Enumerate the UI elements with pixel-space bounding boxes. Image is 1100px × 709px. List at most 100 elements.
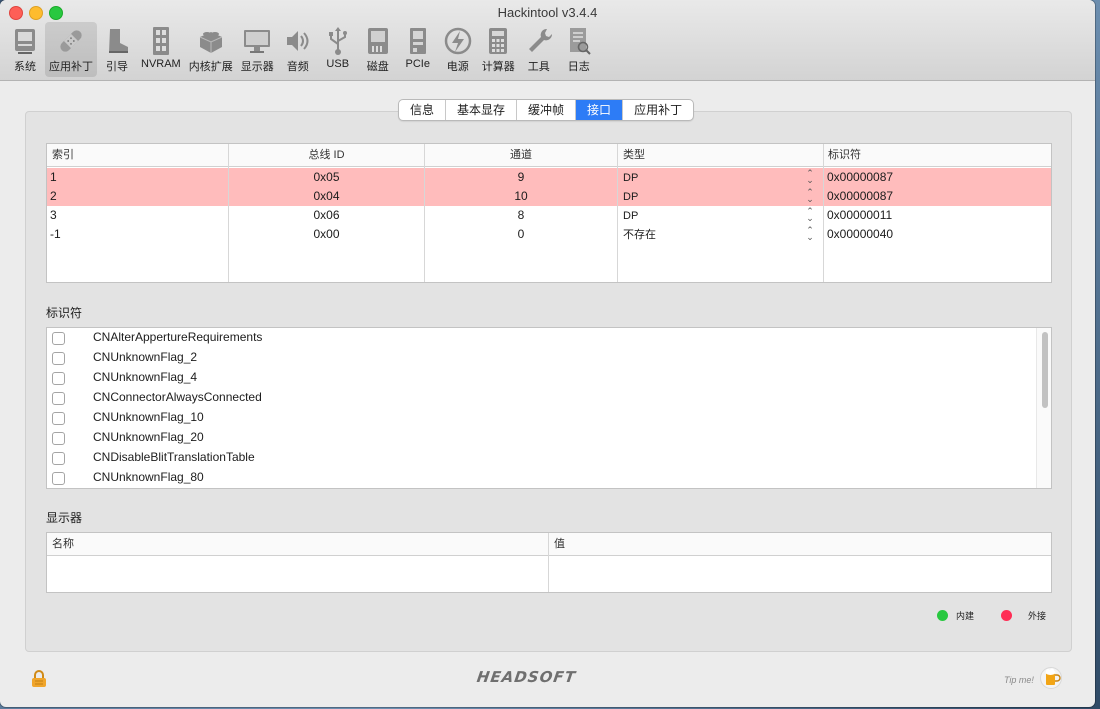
- column-header-name[interactable]: 名称: [52, 533, 74, 555]
- flag-label: CNConnectorAlwaysConnected: [93, 390, 262, 404]
- cell-bus-id: 0x05: [313, 170, 340, 184]
- table-row[interactable]: 2 0x04 10 DP ⌃ ⌄ 0x00000087: [47, 187, 1051, 206]
- memory-chip-icon: [145, 25, 177, 57]
- flag-checkbox[interactable]: [52, 432, 65, 445]
- toolbar-item-kexts[interactable]: 内核扩展: [185, 22, 237, 77]
- toolbar-item-tools[interactable]: 工具: [519, 22, 559, 77]
- legend-internal: 内建: [937, 609, 974, 622]
- cell-flags: 0x00000011: [827, 208, 893, 222]
- toolbar-item-audio[interactable]: 音频: [278, 22, 318, 77]
- toolbar-label: 磁盘: [366, 61, 389, 73]
- type-select[interactable]: DP: [623, 187, 638, 207]
- flag-checkbox[interactable]: [52, 392, 65, 405]
- scrollbar-thumb[interactable]: [1042, 332, 1048, 408]
- table-row[interactable]: 1 0x05 9 DP ⌃ ⌄ 0x00000087: [47, 168, 1051, 187]
- chevron-updown-icon[interactable]: ⌃ ⌄: [806, 226, 814, 242]
- flag-checkbox[interactable]: [52, 452, 65, 465]
- tab-connectors[interactable]: 接口: [576, 100, 624, 120]
- toolbar-item-boot[interactable]: 引导: [97, 22, 137, 77]
- toolbar-label: 引导: [106, 61, 128, 73]
- toolbar-item-nvram[interactable]: NVRAM: [137, 22, 185, 77]
- cell-flags: 0x00000040: [827, 227, 894, 241]
- sd-card-icon: [362, 25, 394, 57]
- list-item: CNUnknownFlag_20: [47, 428, 1051, 448]
- tip-me-label: Tip me!: [1004, 674, 1034, 685]
- cell-pipe: 9: [517, 170, 525, 184]
- list-item: CNAlterAppertureRequirements: [47, 328, 1051, 348]
- toolbar-item-pcie[interactable]: PCIe: [398, 22, 438, 77]
- column-divider: [823, 144, 824, 282]
- column-divider: [228, 144, 229, 282]
- tab-framebuffer[interactable]: 缓冲帧: [517, 100, 577, 120]
- toolbar-label: 工具: [527, 61, 550, 73]
- flag-checkbox[interactable]: [52, 472, 65, 485]
- flag-label: CNUnknownFlag_80: [93, 470, 204, 484]
- table-header: 索引 总线 ID 通道 类型 标识符: [47, 144, 1051, 167]
- toolbar-item-logs[interactable]: 日志: [559, 22, 599, 77]
- list-item: CNConnectorAlwaysConnected: [47, 388, 1051, 408]
- list-item: CNDisableBlitTranslationTable: [47, 448, 1051, 468]
- toolbar-label: 应用补丁: [49, 61, 93, 73]
- toolbar-item-displays[interactable]: 显示器: [237, 22, 278, 77]
- log-icon: [563, 25, 595, 57]
- legend-external: 外接: [1001, 609, 1046, 622]
- column-header-type[interactable]: 类型: [623, 144, 823, 166]
- column-header-bus-id[interactable]: 总线 ID: [229, 144, 424, 166]
- column-header-pipe[interactable]: 通道: [425, 144, 617, 166]
- title-bar: Hackintool v3.4.4 系统 应用补丁 引导 NVRAM 内核扩展 …: [0, 0, 1095, 81]
- computer-icon: [9, 25, 41, 57]
- list-item: CNUnknownFlag_2: [47, 348, 1051, 368]
- flag-checkbox[interactable]: [52, 412, 65, 425]
- type-select[interactable]: DP: [623, 168, 638, 188]
- toolbar-label: 电源: [446, 61, 469, 73]
- app-window: Hackintool v3.4.4 系统 应用补丁 引导 NVRAM 内核扩展 …: [0, 0, 1095, 707]
- usb-icon: [322, 25, 354, 57]
- column-header-value[interactable]: 值: [554, 533, 565, 555]
- type-select[interactable]: 不存在: [623, 225, 656, 245]
- scrollbar-track[interactable]: [1036, 328, 1051, 488]
- chevron-updown-icon[interactable]: ⌃ ⌄: [806, 169, 814, 185]
- legend-label: 内建: [956, 611, 975, 621]
- table-row[interactable]: 3 0x06 8 DP ⌃ ⌄ 0x00000011: [47, 206, 1051, 225]
- column-header-flags[interactable]: 标识符: [828, 144, 1028, 166]
- tab-vram[interactable]: 基本显存: [446, 100, 518, 120]
- toolbar-item-system[interactable]: 系统: [5, 22, 45, 77]
- brand-logo: HEADSOFT: [475, 668, 578, 686]
- toolbar-item-disks[interactable]: 磁盘: [358, 22, 398, 77]
- connectors-table: 索引 总线 ID 通道 类型 标识符 1 0x05 9 DP ⌃ ⌄ 0x0000…: [46, 143, 1052, 283]
- cell-bus-id: 0x00: [313, 227, 340, 241]
- flags-list: CNAlterAppertureRequirements CNUnknownFl…: [46, 327, 1052, 489]
- cell-index: 3: [50, 208, 57, 222]
- external-dot-icon: [1001, 610, 1012, 621]
- tab-info[interactable]: 信息: [399, 100, 447, 120]
- flags-section-title: 标识符: [46, 306, 83, 320]
- lock-icon[interactable]: [31, 670, 47, 691]
- flag-checkbox[interactable]: [52, 352, 65, 365]
- table-header: 名称 值: [47, 533, 1051, 556]
- flag-label: CNUnknownFlag_20: [93, 430, 204, 444]
- tab-patch[interactable]: 应用补丁: [623, 100, 693, 120]
- toolbar-item-usb[interactable]: USB: [318, 22, 358, 77]
- toolbar-item-calculator[interactable]: 计算器: [478, 22, 519, 77]
- flag-checkbox[interactable]: [52, 372, 65, 385]
- bandage-icon: [55, 25, 87, 57]
- table-row[interactable]: -1 0x00 0 不存在 ⌃ ⌄ 0x00000040: [47, 225, 1051, 244]
- flag-checkbox[interactable]: [52, 332, 65, 345]
- flag-label: CNUnknownFlag_4: [93, 370, 198, 384]
- chevron-updown-icon[interactable]: ⌃ ⌄: [806, 207, 814, 223]
- toolbar-item-power[interactable]: 电源: [438, 22, 478, 77]
- flag-label: CNDisableBlitTranslationTable: [93, 450, 255, 464]
- tip-me-button[interactable]: Tip me!: [1004, 664, 1062, 695]
- toolbar-item-patch[interactable]: 应用补丁: [45, 22, 97, 77]
- cell-bus-id: 0x06: [313, 208, 340, 222]
- internal-dot-icon: [937, 610, 948, 621]
- cell-flags: 0x00000087: [827, 170, 894, 184]
- pcie-card-icon: [402, 25, 434, 57]
- column-divider: [617, 144, 618, 282]
- column-divider: [424, 144, 425, 282]
- chevron-updown-icon[interactable]: ⌃ ⌄: [806, 188, 814, 204]
- column-header-index[interactable]: 索引: [52, 144, 222, 166]
- type-select[interactable]: DP: [623, 206, 638, 226]
- cell-index: -1: [50, 227, 61, 241]
- flag-label: CNAlterAppertureRequirements: [93, 330, 263, 344]
